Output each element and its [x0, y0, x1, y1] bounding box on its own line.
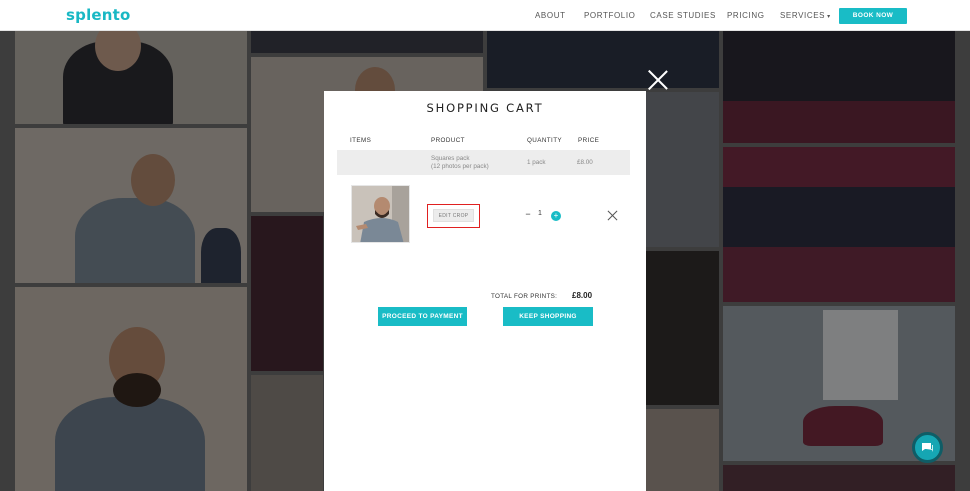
chevron-down-icon: ▾ — [827, 14, 831, 20]
chat-button[interactable] — [912, 432, 943, 463]
column-header-items: ITEMS — [350, 137, 372, 144]
pack-quantity: 1 pack — [527, 159, 546, 166]
cart-item-thumbnail — [351, 185, 410, 243]
edit-crop-button[interactable]: EDIT CROP — [433, 209, 474, 222]
nav-services[interactable]: SERVICES ▾ — [780, 11, 831, 20]
pack-name: Squares pack (12 photos per pack) — [431, 155, 489, 171]
pack-detail: (12 photos per pack) — [431, 163, 489, 170]
book-now-button[interactable]: BOOK NOW — [839, 8, 907, 24]
proceed-to-payment-button[interactable]: PROCEED TO PAYMENT — [378, 307, 467, 326]
total-label: TOTAL FOR PRINTS: — [491, 293, 558, 300]
pack-title: Squares pack — [431, 155, 470, 162]
pack-row: Squares pack (12 photos per pack) 1 pack… — [337, 150, 630, 175]
nav-pricing[interactable]: PRICING — [727, 11, 765, 20]
nav-about[interactable]: ABOUT — [535, 11, 566, 20]
nav-case-studies[interactable]: CASE STUDIES — [650, 11, 716, 20]
column-header-price: PRICE — [578, 137, 600, 144]
column-header-product: PRODUCT — [431, 137, 465, 144]
total-value: £8.00 — [572, 291, 593, 300]
decrease-quantity-button[interactable]: − — [523, 210, 533, 220]
shopping-cart-modal: SHOPPING CART ITEMS PRODUCT QUANTITY PRI… — [324, 91, 646, 491]
keep-shopping-button[interactable]: KEEP SHOPPING — [503, 307, 593, 326]
logo[interactable]: splento — [66, 6, 131, 24]
close-icon[interactable] — [607, 210, 618, 221]
photo-thumbnail-image — [352, 186, 409, 242]
item-quantity: 1 — [538, 210, 542, 217]
column-header-quantity: QUANTITY — [527, 137, 563, 144]
site-header: splento ABOUT PORTFOLIO CASE STUDIES PRI… — [0, 0, 970, 31]
chat-icon — [922, 443, 933, 452]
cart-title: SHOPPING CART — [426, 101, 544, 115]
increase-quantity-button[interactable]: + — [551, 211, 561, 221]
edit-crop-highlight: EDIT CROP — [427, 204, 480, 228]
nav-services-label: SERVICES — [780, 11, 826, 20]
pack-price: £8.00 — [577, 159, 593, 166]
nav-portfolio[interactable]: PORTFOLIO — [584, 11, 635, 20]
close-icon[interactable] — [647, 69, 669, 91]
